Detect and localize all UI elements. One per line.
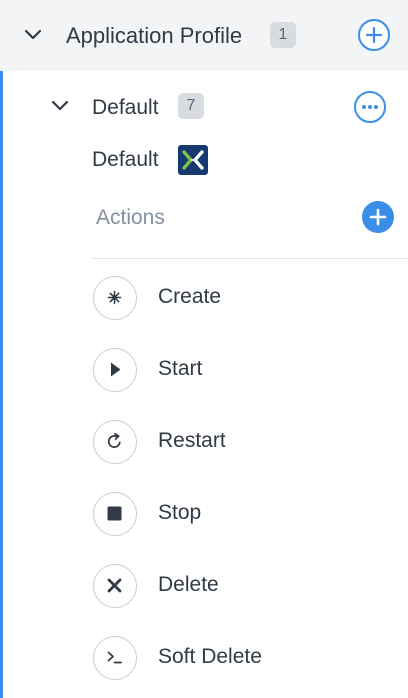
action-create[interactable]: Create	[93, 276, 393, 322]
profile-name[interactable]: Default	[92, 96, 159, 120]
action-label: Restart	[158, 429, 226, 452]
delete-icon	[93, 564, 137, 608]
restart-icon	[93, 420, 137, 464]
add-action-button[interactable]	[362, 201, 394, 233]
chevron-down-icon[interactable]	[50, 96, 70, 116]
terminal-icon	[93, 636, 137, 680]
action-start[interactable]: Start	[93, 348, 393, 394]
action-label: Delete	[158, 573, 219, 596]
stop-icon	[93, 492, 137, 536]
nutanix-logo-icon	[178, 145, 208, 175]
action-stop[interactable]: Stop	[93, 492, 393, 538]
action-restart[interactable]: Restart	[93, 420, 393, 466]
application-profile-count-badge: 1	[270, 22, 296, 48]
application-profile-title: Application Profile	[66, 23, 243, 48]
actions-divider	[91, 258, 408, 259]
actions-section-label: Actions	[96, 206, 165, 229]
chevron-down-icon[interactable]	[23, 25, 43, 45]
profile-count-badge: 7	[178, 93, 204, 119]
action-soft-delete[interactable]: Soft Delete	[93, 636, 393, 682]
add-application-profile-button[interactable]	[358, 19, 390, 51]
play-icon	[93, 348, 137, 392]
action-label: Soft Delete	[158, 645, 262, 668]
create-icon	[93, 276, 137, 320]
plus-circle-icon	[365, 26, 383, 44]
action-label: Stop	[158, 501, 202, 524]
selection-indicator-bar	[0, 71, 3, 698]
plus-icon	[369, 208, 387, 226]
profile-more-options-button[interactable]	[354, 91, 386, 123]
deployment-name[interactable]: Default	[92, 148, 159, 172]
ellipsis-icon	[362, 105, 378, 109]
action-delete[interactable]: Delete	[93, 564, 393, 610]
action-label: Start	[158, 357, 203, 380]
action-label: Create	[158, 285, 222, 308]
